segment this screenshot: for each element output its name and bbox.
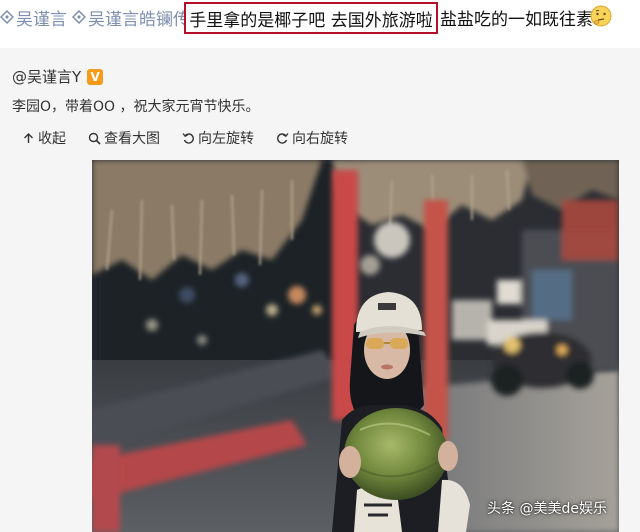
- collapse-button[interactable]: 收起: [22, 128, 66, 148]
- topic-tag-2-label: 吴谨言皓镧传: [88, 9, 190, 30]
- rotate-left-icon: [182, 132, 194, 144]
- highlighted-comment: 手里拿的是椰子吧 去国外旅游啦: [184, 2, 438, 34]
- post-text: 李园O，带着OO ，祝大家元宵节快乐。: [12, 99, 260, 115]
- hashtag-icon: [0, 10, 14, 24]
- top-bar: 吴谨言 吴谨言皓镧传 手里拿的是椰子吧 去国外旅游啦 盐盐吃的一如既往素: [0, 0, 640, 36]
- topic-tag-1[interactable]: 吴谨言: [0, 6, 67, 30]
- collapse-icon: [24, 132, 33, 143]
- thinking-face-icon: [590, 5, 612, 27]
- comment-continuation: 盐盐吃的一如既往素: [440, 9, 593, 30]
- post-author[interactable]: @吴谨言Y V: [12, 66, 104, 87]
- rotate-right-label: 向右旋转: [292, 131, 348, 147]
- photo-scene: [92, 160, 619, 532]
- view-large-image-label: 查看大图: [104, 131, 160, 147]
- view-large-image-button[interactable]: 查看大图: [88, 128, 160, 148]
- search-icon: [88, 132, 101, 145]
- verified-badge-icon: V: [87, 68, 104, 85]
- weibo-post-card: @吴谨言Y V 李园O，带着OO ，祝大家元宵节快乐。 收起 查看大图 向左旋转…: [0, 48, 640, 532]
- rotate-left-label: 向左旋转: [198, 131, 254, 147]
- watermark: 头条 @美美de娱乐: [487, 501, 607, 517]
- rotate-left-button[interactable]: 向左旋转: [182, 128, 254, 148]
- image-toolbar: 收起 查看大图 向左旋转 向右旋转: [22, 128, 348, 148]
- rotate-right-button[interactable]: 向右旋转: [276, 128, 348, 148]
- post-photo[interactable]: 头条 @美美de娱乐: [92, 160, 619, 532]
- hashtag-icon: [72, 10, 86, 24]
- topic-tag-2[interactable]: 吴谨言皓镧传: [72, 6, 190, 30]
- topic-tag-1-label: 吴谨言: [16, 9, 67, 30]
- author-username[interactable]: @吴谨言Y: [12, 66, 81, 87]
- rotate-right-icon: [277, 132, 289, 144]
- page: 吴谨言 吴谨言皓镧传 手里拿的是椰子吧 去国外旅游啦 盐盐吃的一如既往素 @吴谨…: [0, 0, 640, 532]
- collapse-label: 收起: [38, 131, 66, 147]
- highlighted-comment-text: 手里拿的是椰子吧 去国外旅游啦: [189, 10, 433, 31]
